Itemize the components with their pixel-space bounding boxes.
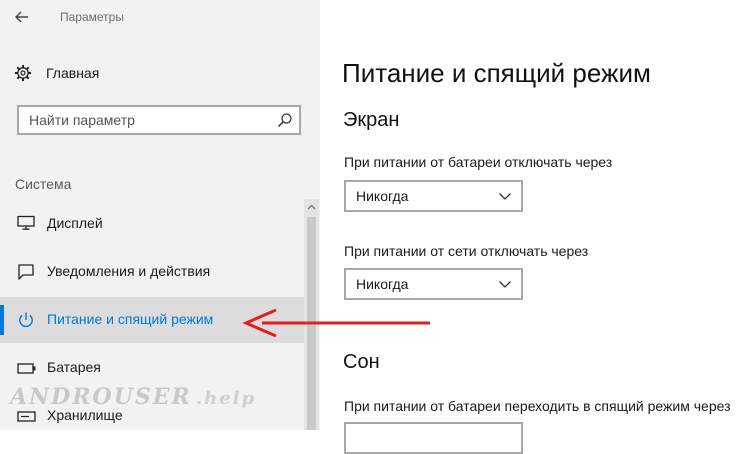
gear-icon [15, 65, 31, 81]
watermark-text: ANDROUSER [10, 384, 192, 410]
sidebar-item-display[interactable]: Дисплей [0, 201, 304, 247]
sidebar-scrollbar[interactable] [304, 199, 319, 430]
power-icon [19, 312, 33, 328]
sidebar-item-label: Батарея [47, 359, 101, 375]
settings-content: Питание и спящий режим Экран При питании… [320, 0, 753, 454]
back-button[interactable] [10, 7, 34, 27]
chevron-down-icon [499, 281, 511, 288]
window-title: Параметры [60, 10, 124, 24]
section-title-screen: Экран [343, 109, 400, 131]
settings-sidebar: Параметры Главная Система Дисплей [0, 0, 320, 430]
dropdown-value: Никогда [356, 188, 409, 204]
back-arrow-icon [15, 11, 28, 23]
search-box [17, 105, 301, 135]
battery-icon [17, 363, 36, 374]
search-input[interactable] [19, 107, 289, 133]
sleep-battery-label: При питании от батареи переходить в спящ… [344, 398, 731, 414]
screen-plugged-dropdown[interactable]: Никогда [344, 268, 523, 300]
search-icon[interactable] [277, 112, 293, 128]
sleep-battery-dropdown[interactable] [344, 422, 523, 454]
screen-plugged-label: При питании от сети отключать через [344, 243, 589, 259]
section-label-system: Система [15, 176, 72, 192]
monitor-icon [17, 215, 35, 230]
screen-battery-label: При питании от батареи отключать через [344, 154, 613, 170]
storage-icon [17, 411, 36, 422]
home-link[interactable]: Главная [14, 60, 304, 86]
watermark-domain: .help [195, 388, 257, 409]
sidebar-item-notifications[interactable]: Уведомления и действия [0, 249, 304, 295]
active-indicator [0, 305, 4, 335]
scroll-thumb[interactable] [307, 217, 316, 430]
notification-icon [18, 264, 34, 280]
watermark-logo: ANDROUSER .help [10, 384, 256, 410]
sidebar-item-label: Уведомления и действия [47, 263, 211, 279]
dropdown-value: Никогда [356, 276, 409, 292]
sidebar-item-label: Дисплей [47, 215, 103, 231]
chevron-down-icon [499, 193, 511, 200]
sidebar-item-power-sleep[interactable]: Питание и спящий режим [0, 297, 304, 343]
home-label: Главная [46, 65, 100, 81]
chevron-up-icon [307, 204, 316, 210]
sidebar-item-label: Питание и спящий режим [47, 311, 214, 327]
screen-battery-dropdown[interactable]: Никогда [344, 180, 523, 212]
page-title: Питание и спящий режим [342, 58, 651, 88]
scroll-up-button[interactable] [304, 199, 319, 216]
title-bar: Параметры [0, 0, 320, 34]
section-title-sleep: Сон [343, 351, 380, 373]
